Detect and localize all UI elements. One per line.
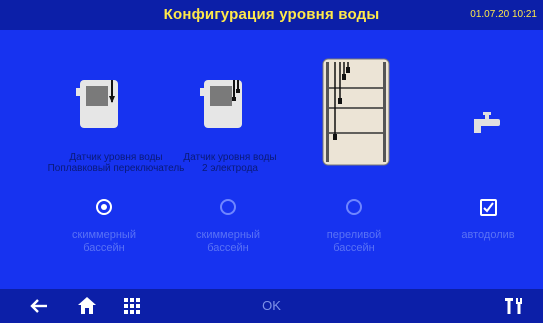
header-bar: Конфигурация уровня воды 01.07.20 10:21 xyxy=(0,0,543,30)
radio-skimmer-pool-1[interactable] xyxy=(96,199,112,215)
checkbox-auto-refill[interactable] xyxy=(480,199,497,216)
checkmark-icon xyxy=(483,202,494,213)
two-electrode-sensor-icon xyxy=(200,74,248,130)
choice-label-skimmer-1: скиммерный бассейн xyxy=(72,229,136,254)
screen: Конфигурация уровня воды 01.07.20 10:21 xyxy=(0,0,543,323)
water-tap-icon xyxy=(472,112,502,134)
option-label-two-electrode: Датчик уровня воды 2 электрода xyxy=(183,152,277,174)
footer-bar: OK xyxy=(0,289,543,323)
choice-label-auto-refill: автодолив xyxy=(461,229,515,241)
radio-overflow-pool[interactable] xyxy=(346,199,362,215)
tools-icon[interactable] xyxy=(505,297,525,320)
ok-button[interactable]: OK xyxy=(0,298,543,313)
datetime: 01.07.20 10:21 xyxy=(470,9,537,20)
choice-label-skimmer-2: скиммерный бассейн xyxy=(196,229,260,254)
float-switch-sensor-icon xyxy=(76,74,124,130)
multi-electrode-tank-icon xyxy=(322,58,390,166)
page-title: Конфигурация уровня воды xyxy=(163,6,380,23)
radio-skimmer-pool-2[interactable] xyxy=(220,199,236,215)
choice-label-overflow: переливой бассейн xyxy=(326,229,382,254)
